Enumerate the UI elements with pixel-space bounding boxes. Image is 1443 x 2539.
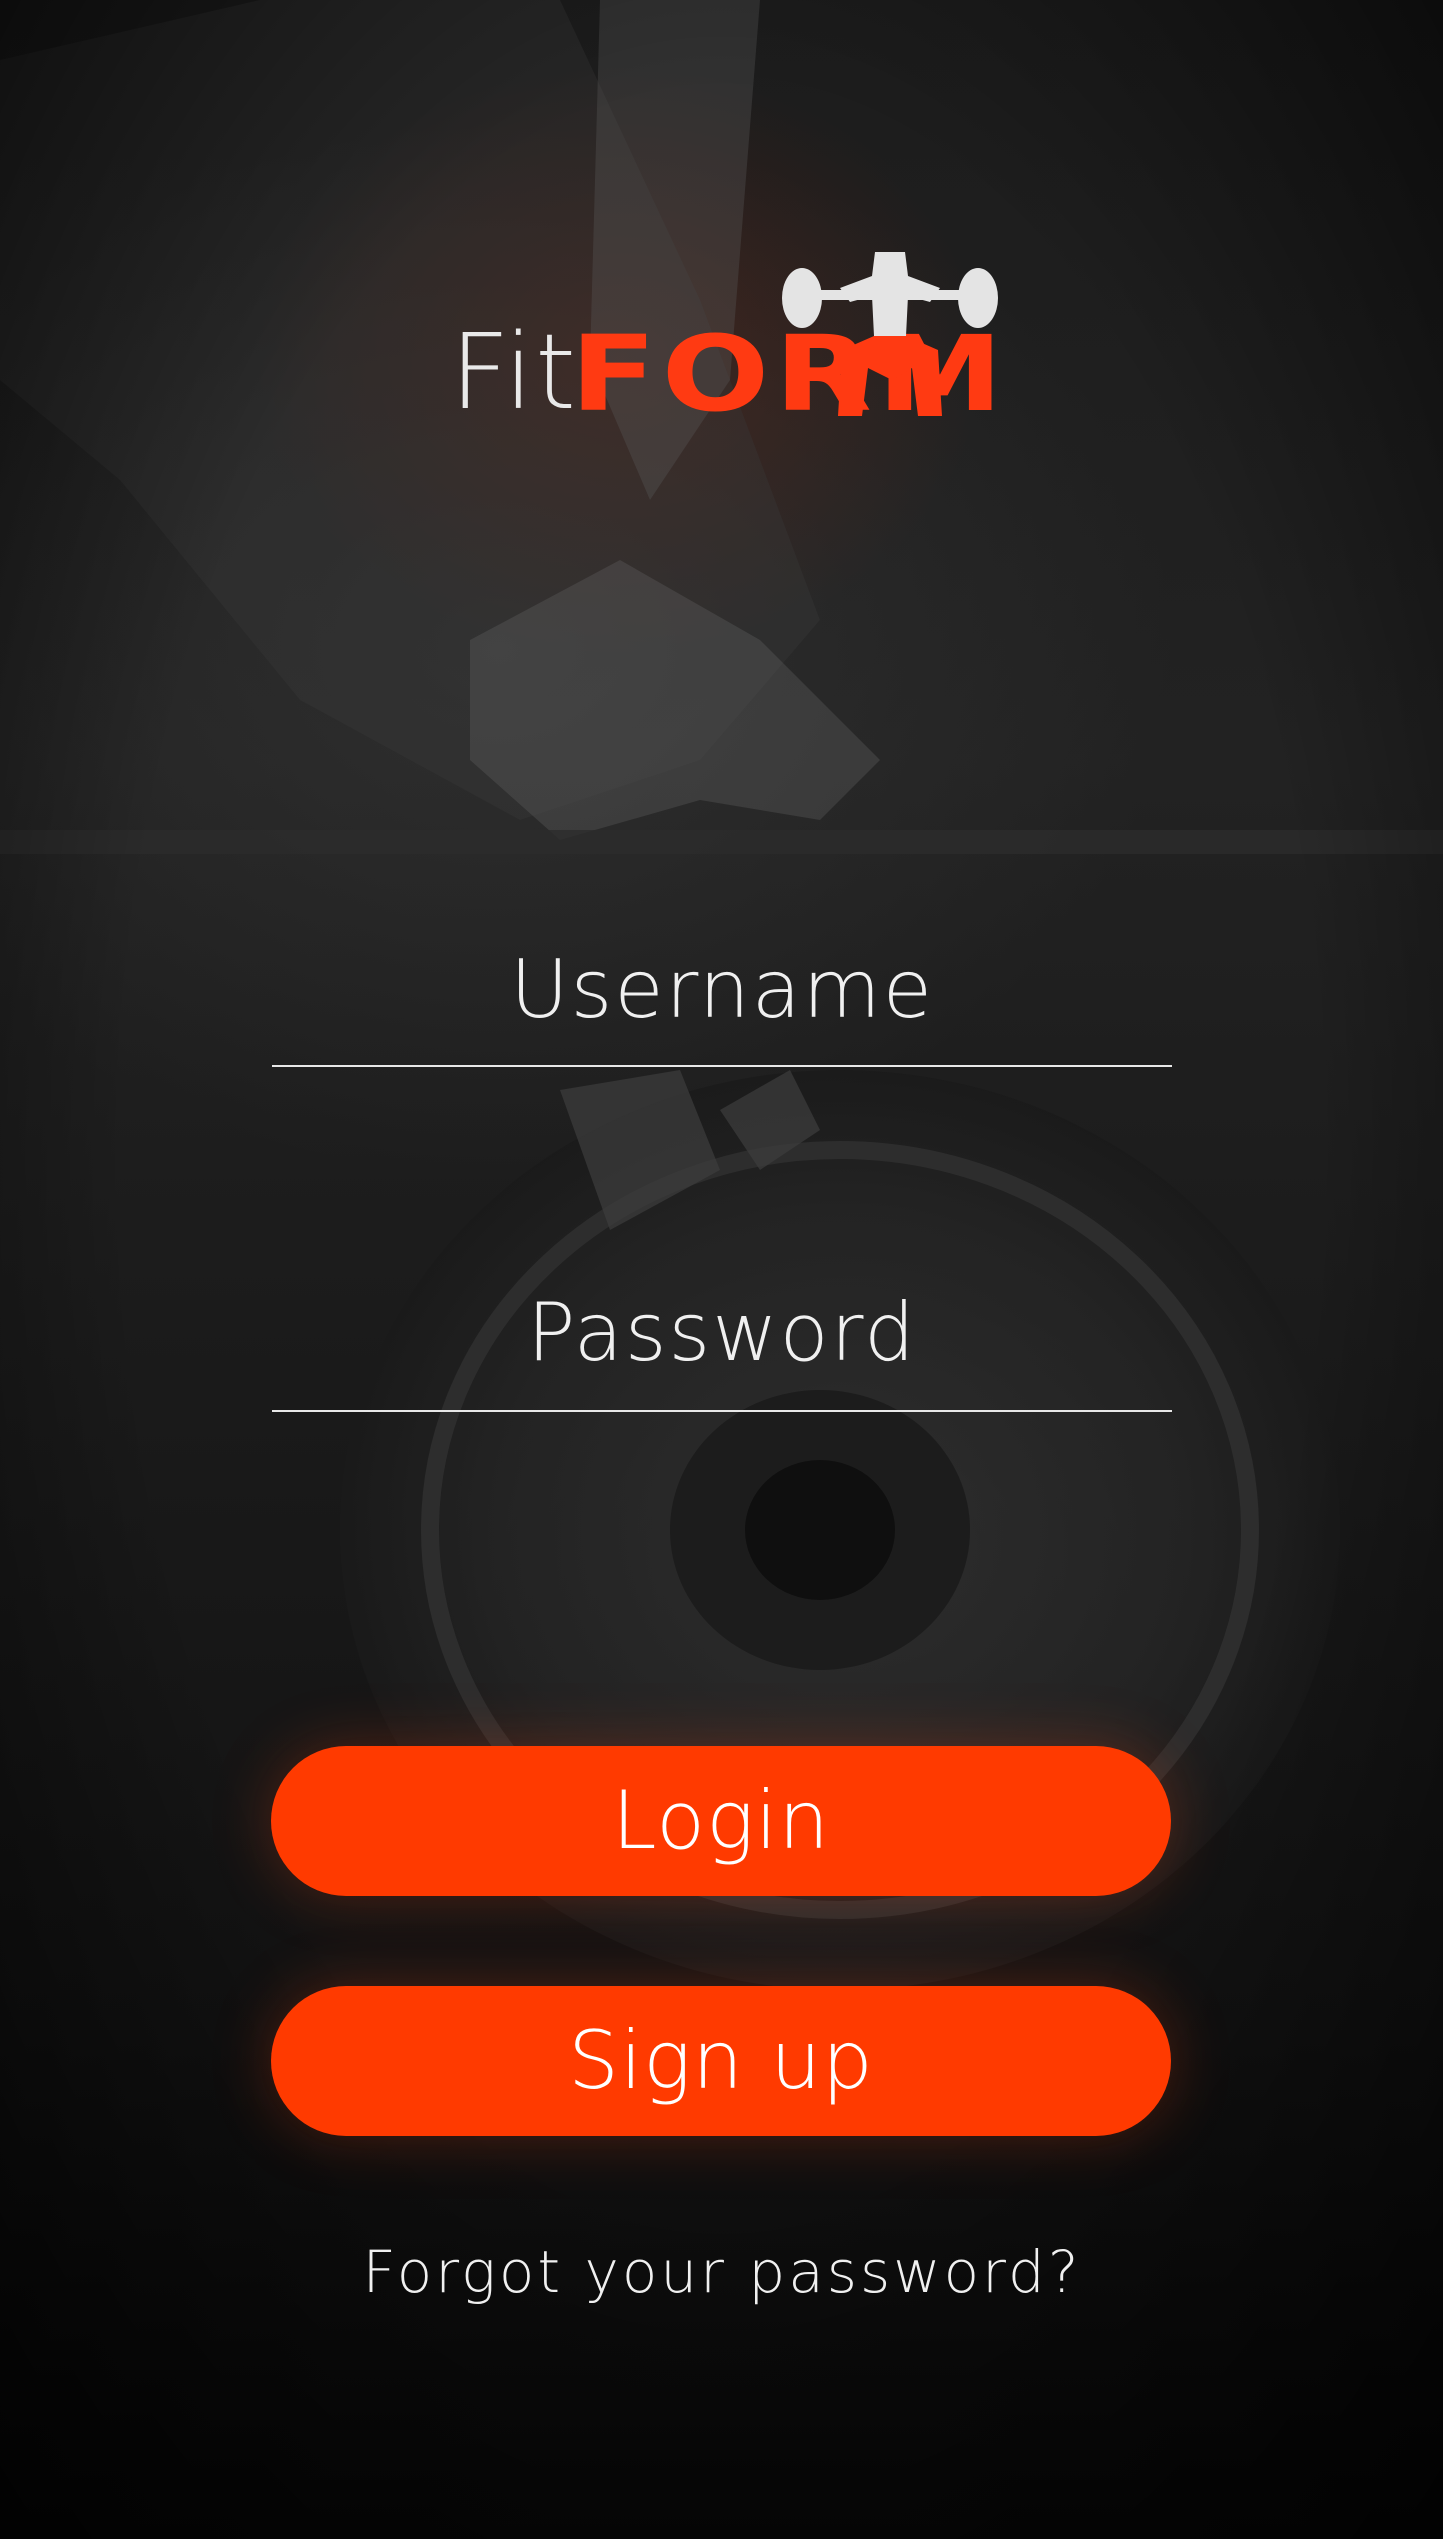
password-field	[272, 1268, 1172, 1412]
logo-text-fit: Fit	[450, 311, 578, 433]
signup-button[interactable]: Sign up	[271, 1986, 1171, 2136]
username-input[interactable]	[272, 925, 1172, 1055]
password-input[interactable]	[272, 1268, 1172, 1398]
username-field	[272, 925, 1172, 1067]
fitform-logo: Fit FORM	[450, 240, 1010, 440]
login-button[interactable]: Login	[271, 1746, 1171, 1896]
weightlifter-icon	[782, 252, 998, 416]
forgot-password-link[interactable]: Forgot your password?	[272, 2238, 1172, 2306]
login-screen: Fit FORM Login Sign up Forgot your passw…	[0, 0, 1443, 2539]
